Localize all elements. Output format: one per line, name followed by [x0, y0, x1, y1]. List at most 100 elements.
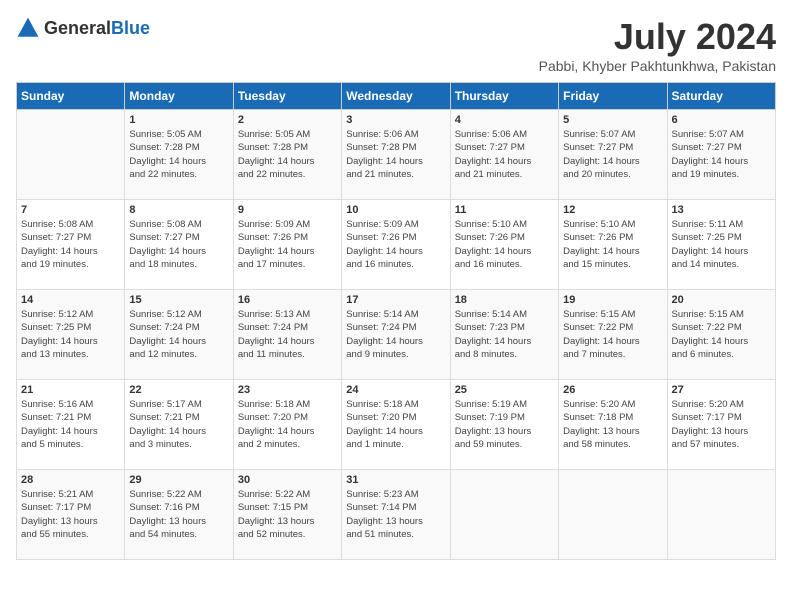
- logo-icon: [16, 16, 40, 40]
- calendar-cell: 8 Sunrise: 5:08 AM Sunset: 7:27 PM Daylig…: [125, 200, 233, 290]
- day-number: 15: [129, 294, 228, 306]
- calendar-cell: 30 Sunrise: 5:22 AM Sunset: 7:15 PM Dayli…: [233, 470, 341, 560]
- day-info: Sunrise: 5:20 AM Sunset: 7:18 PM Dayligh…: [563, 398, 662, 451]
- calendar-cell: 20 Sunrise: 5:15 AM Sunset: 7:22 PM Dayli…: [667, 290, 775, 380]
- calendar-cell: 4Sunrise: 5:06 AM Sunset: 7:27 PM Daylig…: [450, 110, 558, 200]
- logo-blue-text: Blue: [111, 18, 150, 38]
- day-info: Sunrise: 5:05 AM Sunset: 7:28 PM Dayligh…: [129, 128, 228, 181]
- calendar-cell: 24 Sunrise: 5:18 AM Sunset: 7:20 PM Dayli…: [342, 380, 450, 470]
- day-info: Sunrise: 5:17 AM Sunset: 7:21 PM Dayligh…: [129, 398, 228, 451]
- day-info: Sunrise: 5:20 AM Sunset: 7:17 PM Dayligh…: [672, 398, 771, 451]
- day-number: 4: [455, 114, 554, 126]
- day-info: Sunrise: 5:13 AM Sunset: 7:24 PM Dayligh…: [238, 308, 337, 361]
- calendar-cell: 12 Sunrise: 5:10 AM Sunset: 7:26 PM Dayli…: [559, 200, 667, 290]
- calendar-cell: 21 Sunrise: 5:16 AM Sunset: 7:21 PM Dayli…: [17, 380, 125, 470]
- logo: GeneralBlue: [16, 16, 150, 40]
- day-info: Sunrise: 5:22 AM Sunset: 7:15 PM Dayligh…: [238, 488, 337, 541]
- day-info: Sunrise: 5:10 AM Sunset: 7:26 PM Dayligh…: [455, 218, 554, 271]
- logo-general-text: General: [44, 18, 111, 38]
- day-info: Sunrise: 5:10 AM Sunset: 7:26 PM Dayligh…: [563, 218, 662, 271]
- day-info: Sunrise: 5:15 AM Sunset: 7:22 PM Dayligh…: [563, 308, 662, 361]
- day-number: 12: [563, 204, 662, 216]
- day-number: 23: [238, 384, 337, 396]
- calendar-cell: 6Sunrise: 5:07 AM Sunset: 7:27 PM Daylig…: [667, 110, 775, 200]
- day-number: 5: [563, 114, 662, 126]
- day-header: Thursday: [450, 83, 558, 110]
- day-number: 18: [455, 294, 554, 306]
- day-header: Wednesday: [342, 83, 450, 110]
- day-info: Sunrise: 5:06 AM Sunset: 7:28 PM Dayligh…: [346, 128, 445, 181]
- day-info: Sunrise: 5:21 AM Sunset: 7:17 PM Dayligh…: [21, 488, 120, 541]
- calendar-week-row: 28Sunrise: 5:21 AM Sunset: 7:17 PM Dayli…: [17, 470, 776, 560]
- calendar-cell: 13Sunrise: 5:11 AM Sunset: 7:25 PM Dayli…: [667, 200, 775, 290]
- day-number: 2: [238, 114, 337, 126]
- calendar-cell: 16 Sunrise: 5:13 AM Sunset: 7:24 PM Dayli…: [233, 290, 341, 380]
- calendar-cell: [17, 110, 125, 200]
- day-number: 17: [346, 294, 445, 306]
- day-info: Sunrise: 5:19 AM Sunset: 7:19 PM Dayligh…: [455, 398, 554, 451]
- calendar-cell: [667, 470, 775, 560]
- day-number: 20: [672, 294, 771, 306]
- location-subtitle: Pabbi, Khyber Pakhtunkhwa, Pakistan: [539, 58, 776, 74]
- calendar-cell: 19 Sunrise: 5:15 AM Sunset: 7:22 PM Dayli…: [559, 290, 667, 380]
- calendar-table: SundayMondayTuesdayWednesdayThursdayFrid…: [16, 82, 776, 560]
- day-info: Sunrise: 5:07 AM Sunset: 7:27 PM Dayligh…: [563, 128, 662, 181]
- calendar-cell: 14Sunrise: 5:12 AM Sunset: 7:25 PM Dayli…: [17, 290, 125, 380]
- calendar-cell: 3 Sunrise: 5:06 AM Sunset: 7:28 PM Daylig…: [342, 110, 450, 200]
- day-info: Sunrise: 5:18 AM Sunset: 7:20 PM Dayligh…: [346, 398, 445, 451]
- calendar-cell: 29Sunrise: 5:22 AM Sunset: 7:16 PM Dayli…: [125, 470, 233, 560]
- day-info: Sunrise: 5:09 AM Sunset: 7:26 PM Dayligh…: [346, 218, 445, 271]
- day-info: Sunrise: 5:07 AM Sunset: 7:27 PM Dayligh…: [672, 128, 771, 181]
- day-info: Sunrise: 5:12 AM Sunset: 7:25 PM Dayligh…: [21, 308, 120, 361]
- calendar-cell: [450, 470, 558, 560]
- day-number: 26: [563, 384, 662, 396]
- calendar-cell: 5 Sunrise: 5:07 AM Sunset: 7:27 PM Daylig…: [559, 110, 667, 200]
- day-info: Sunrise: 5:09 AM Sunset: 7:26 PM Dayligh…: [238, 218, 337, 271]
- day-number: 30: [238, 474, 337, 486]
- day-number: 22: [129, 384, 228, 396]
- day-info: Sunrise: 5:12 AM Sunset: 7:24 PM Dayligh…: [129, 308, 228, 361]
- day-number: 3: [346, 114, 445, 126]
- day-info: Sunrise: 5:18 AM Sunset: 7:20 PM Dayligh…: [238, 398, 337, 451]
- calendar-cell: 23 Sunrise: 5:18 AM Sunset: 7:20 PM Dayli…: [233, 380, 341, 470]
- day-info: Sunrise: 5:15 AM Sunset: 7:22 PM Dayligh…: [672, 308, 771, 361]
- day-number: 21: [21, 384, 120, 396]
- day-header: Friday: [559, 83, 667, 110]
- calendar-week-row: 7Sunrise: 5:08 AM Sunset: 7:27 PM Daylig…: [17, 200, 776, 290]
- calendar-cell: 18 Sunrise: 5:14 AM Sunset: 7:23 PM Dayli…: [450, 290, 558, 380]
- day-number: 16: [238, 294, 337, 306]
- calendar-cell: 22 Sunrise: 5:17 AM Sunset: 7:21 PM Dayli…: [125, 380, 233, 470]
- month-title: July 2024: [539, 16, 776, 58]
- day-number: 19: [563, 294, 662, 306]
- day-number: 1: [129, 114, 228, 126]
- day-info: Sunrise: 5:14 AM Sunset: 7:24 PM Dayligh…: [346, 308, 445, 361]
- day-info: Sunrise: 5:14 AM Sunset: 7:23 PM Dayligh…: [455, 308, 554, 361]
- day-info: Sunrise: 5:08 AM Sunset: 7:27 PM Dayligh…: [21, 218, 120, 271]
- day-number: 27: [672, 384, 771, 396]
- day-info: Sunrise: 5:22 AM Sunset: 7:16 PM Dayligh…: [129, 488, 228, 541]
- day-header: Saturday: [667, 83, 775, 110]
- calendar-cell: 28Sunrise: 5:21 AM Sunset: 7:17 PM Dayli…: [17, 470, 125, 560]
- page-header: GeneralBlue July 2024 Pabbi, Khyber Pakh…: [16, 16, 776, 74]
- day-info: Sunrise: 5:08 AM Sunset: 7:27 PM Dayligh…: [129, 218, 228, 271]
- day-header: Sunday: [17, 83, 125, 110]
- calendar-cell: 17 Sunrise: 5:14 AM Sunset: 7:24 PM Dayli…: [342, 290, 450, 380]
- calendar-cell: 11 Sunrise: 5:10 AM Sunset: 7:26 PM Dayli…: [450, 200, 558, 290]
- calendar-cell: 25Sunrise: 5:19 AM Sunset: 7:19 PM Dayli…: [450, 380, 558, 470]
- calendar-header-row: SundayMondayTuesdayWednesdayThursdayFrid…: [17, 83, 776, 110]
- calendar-cell: 10Sunrise: 5:09 AM Sunset: 7:26 PM Dayli…: [342, 200, 450, 290]
- calendar-cell: 1 Sunrise: 5:05 AM Sunset: 7:28 PM Daylig…: [125, 110, 233, 200]
- day-number: 9: [238, 204, 337, 216]
- day-header: Monday: [125, 83, 233, 110]
- day-number: 11: [455, 204, 554, 216]
- calendar-cell: 2Sunrise: 5:05 AM Sunset: 7:28 PM Daylig…: [233, 110, 341, 200]
- calendar-week-row: 14Sunrise: 5:12 AM Sunset: 7:25 PM Dayli…: [17, 290, 776, 380]
- calendar-cell: 31Sunrise: 5:23 AM Sunset: 7:14 PM Dayli…: [342, 470, 450, 560]
- day-number: 13: [672, 204, 771, 216]
- calendar-cell: [559, 470, 667, 560]
- day-number: 8: [129, 204, 228, 216]
- calendar-cell: 9 Sunrise: 5:09 AM Sunset: 7:26 PM Daylig…: [233, 200, 341, 290]
- calendar-body: 1 Sunrise: 5:05 AM Sunset: 7:28 PM Daylig…: [17, 110, 776, 560]
- day-number: 24: [346, 384, 445, 396]
- day-info: Sunrise: 5:16 AM Sunset: 7:21 PM Dayligh…: [21, 398, 120, 451]
